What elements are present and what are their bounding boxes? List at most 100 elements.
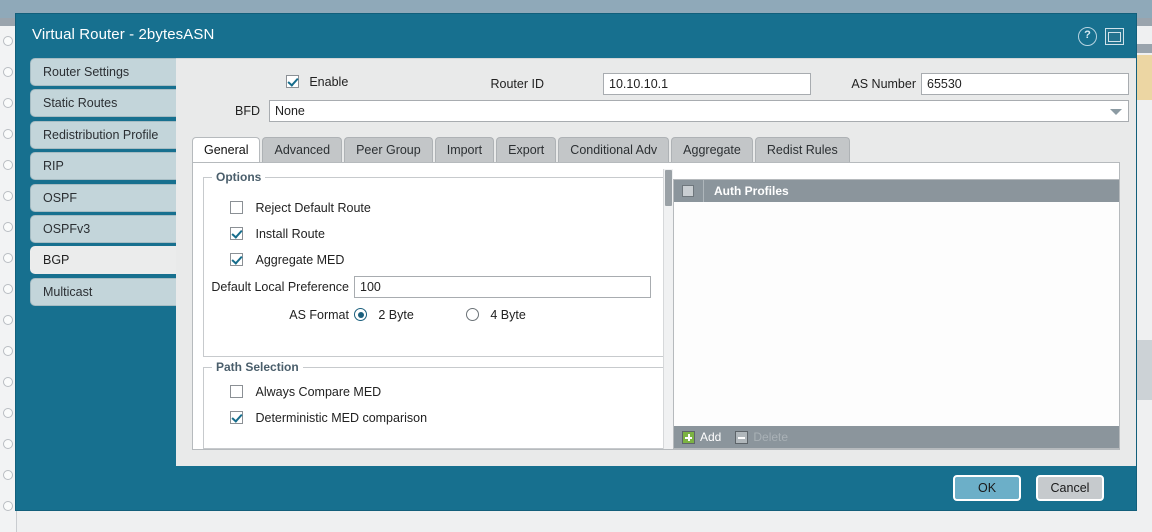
auth-profiles-select-all-checkbox[interactable] bbox=[682, 185, 694, 197]
always-compare-med-label: Always Compare MED bbox=[255, 384, 382, 399]
tree-node-icon[interactable] bbox=[3, 253, 13, 263]
background-gray-block bbox=[1136, 340, 1152, 400]
restore-window-icon[interactable] bbox=[1105, 28, 1124, 45]
default-local-preference-input[interactable]: 100 bbox=[354, 276, 651, 298]
sidebar-item-bgp[interactable]: BGP bbox=[30, 246, 176, 275]
bfd-selected-value: None bbox=[275, 104, 305, 118]
auth-profiles-column-header: Auth Profiles bbox=[703, 180, 1119, 202]
tree-node-icon[interactable] bbox=[3, 470, 13, 480]
tab-peer-group[interactable]: Peer Group bbox=[344, 137, 433, 163]
options-legend: Options bbox=[212, 170, 266, 184]
options-scrollbar-thumb[interactable] bbox=[665, 170, 672, 206]
background-divider bbox=[1136, 44, 1152, 53]
bfd-select[interactable]: None bbox=[269, 100, 1129, 122]
tab-conditional-adv[interactable]: Conditional Adv bbox=[558, 137, 670, 163]
tab-strip: General Advanced Peer Group Import Export Con… bbox=[192, 137, 852, 163]
tree-node-icon[interactable] bbox=[3, 346, 13, 356]
path-selection-fieldset: Path Selection Always Compare MED Determ… bbox=[203, 360, 668, 449]
background-right-strip bbox=[1136, 26, 1152, 532]
default-local-preference-label: Default Local Preference bbox=[211, 280, 349, 294]
tree-node-icon[interactable] bbox=[3, 67, 13, 77]
tab-aggregate[interactable]: Aggregate bbox=[671, 137, 753, 163]
cancel-button[interactable]: Cancel bbox=[1036, 475, 1104, 501]
tree-node-icon[interactable] bbox=[3, 222, 13, 232]
tree-node-icon[interactable] bbox=[3, 439, 13, 449]
header-row-bfd: BFD None bbox=[176, 100, 1136, 124]
as-number-input[interactable]: 65530 bbox=[921, 73, 1129, 95]
help-circle-icon[interactable]: ? bbox=[1078, 27, 1097, 46]
options-scrollbar[interactable] bbox=[663, 169, 673, 449]
enable-field[interactable]: Enable bbox=[286, 74, 348, 89]
sidebar-item-redistribution-profile[interactable]: Redistribution Profile bbox=[30, 120, 176, 149]
sidebar-item-static-routes[interactable]: Static Routes bbox=[30, 89, 176, 118]
sidebar-item-label: BGP bbox=[43, 253, 70, 268]
tab-advanced[interactable]: Advanced bbox=[262, 137, 343, 163]
tree-node-icon[interactable] bbox=[3, 315, 13, 325]
enable-checkbox[interactable] bbox=[286, 75, 299, 89]
auth-profiles-header: Auth Profiles bbox=[674, 180, 1119, 202]
add-auth-profile-button[interactable]: Add bbox=[682, 430, 721, 444]
as-format-radio-4byte[interactable] bbox=[466, 308, 479, 322]
sidebar-item-multicast[interactable]: Multicast bbox=[30, 277, 176, 306]
titlebar-icons: ? bbox=[1078, 27, 1124, 46]
as-format-2byte-label: 2 Byte bbox=[378, 307, 414, 322]
install-route-label: Install Route bbox=[255, 226, 325, 241]
as-format-option-2byte[interactable]: 2 Byte bbox=[354, 307, 414, 322]
sidebar-item-label: OSPF bbox=[43, 190, 78, 205]
tree-node-icon[interactable] bbox=[3, 377, 13, 387]
deterministic-med-checkbox[interactable] bbox=[230, 411, 243, 425]
as-format-radio-2byte[interactable] bbox=[354, 308, 367, 322]
sidebar-item-label: Redistribution Profile bbox=[43, 127, 159, 142]
always-compare-med-field[interactable]: Always Compare MED bbox=[230, 384, 381, 399]
tree-node-icon[interactable] bbox=[3, 191, 13, 201]
tree-node-icon[interactable] bbox=[3, 98, 13, 108]
sidebar-item-label: OSPFv3 bbox=[43, 222, 91, 236]
tree-node-icon[interactable] bbox=[3, 129, 13, 139]
aggregate-med-checkbox[interactable] bbox=[230, 253, 243, 267]
header-row-enable: Enable Router ID 10.10.10.1 AS Number 65… bbox=[176, 71, 1136, 97]
as-format-option-4byte[interactable]: 4 Byte bbox=[466, 307, 526, 322]
tree-node-icon[interactable] bbox=[3, 160, 13, 170]
add-button-label: Add bbox=[700, 430, 722, 444]
tab-general[interactable]: General bbox=[192, 137, 261, 163]
tree-node-icon[interactable] bbox=[3, 408, 13, 418]
tab-redist-rules[interactable]: Redist Rules bbox=[754, 137, 850, 163]
tree-node-icon[interactable] bbox=[3, 501, 13, 511]
sidebar-item-label: Multicast bbox=[43, 284, 93, 299]
reject-default-route-checkbox[interactable] bbox=[230, 201, 243, 215]
sidebar-item-ospfv3[interactable]: OSPFv3 bbox=[30, 215, 176, 243]
enable-label: Enable bbox=[309, 74, 349, 89]
background-tree-panel bbox=[0, 26, 17, 532]
sidebar-item-rip[interactable]: RIP bbox=[30, 152, 176, 181]
tab-export[interactable]: Export bbox=[496, 137, 557, 163]
default-local-preference-field: Default Local Preference 100 bbox=[204, 276, 669, 300]
sidebar-item-label: RIP bbox=[43, 159, 64, 174]
tab-import[interactable]: Import bbox=[434, 137, 495, 163]
always-compare-med-checkbox[interactable] bbox=[230, 385, 243, 399]
router-id-input[interactable]: 10.10.10.1 bbox=[603, 73, 811, 95]
background-highlight-block bbox=[1136, 55, 1152, 100]
virtual-router-dialog: Virtual Router - 2bytesASN ? Router Sett… bbox=[16, 14, 1136, 510]
sidebar-item-ospf[interactable]: OSPF bbox=[30, 183, 176, 212]
dialog-footer: OK Cancel bbox=[16, 466, 1136, 510]
reject-default-route-field[interactable]: Reject Default Route bbox=[230, 200, 371, 215]
as-format-4byte-label: 4 Byte bbox=[490, 307, 526, 322]
deterministic-med-label: Deterministic MED comparison bbox=[255, 410, 428, 425]
dialog-title: Virtual Router - 2bytesASN bbox=[32, 26, 215, 43]
tree-node-icon[interactable] bbox=[3, 284, 13, 294]
deterministic-med-field[interactable]: Deterministic MED comparison bbox=[230, 410, 427, 425]
sidebar-item-label: Router Settings bbox=[43, 65, 130, 79]
chevron-down-icon bbox=[1110, 109, 1122, 115]
sidebar-item-router-settings[interactable]: Router Settings bbox=[30, 58, 176, 86]
install-route-checkbox[interactable] bbox=[230, 227, 243, 241]
screen-root: Virtual Router - 2bytesASN ? Router Sett… bbox=[0, 0, 1152, 532]
aggregate-med-field[interactable]: Aggregate MED bbox=[230, 252, 344, 267]
install-route-field[interactable]: Install Route bbox=[230, 226, 325, 241]
ok-button[interactable]: OK bbox=[953, 475, 1021, 501]
as-format-label: AS Format bbox=[289, 308, 349, 322]
tree-node-icon[interactable] bbox=[3, 36, 13, 46]
path-selection-legend: Path Selection bbox=[212, 360, 303, 374]
aggregate-med-label: Aggregate MED bbox=[255, 252, 345, 267]
sidebar-item-label: Static Routes bbox=[43, 96, 118, 111]
plus-icon bbox=[682, 430, 695, 444]
